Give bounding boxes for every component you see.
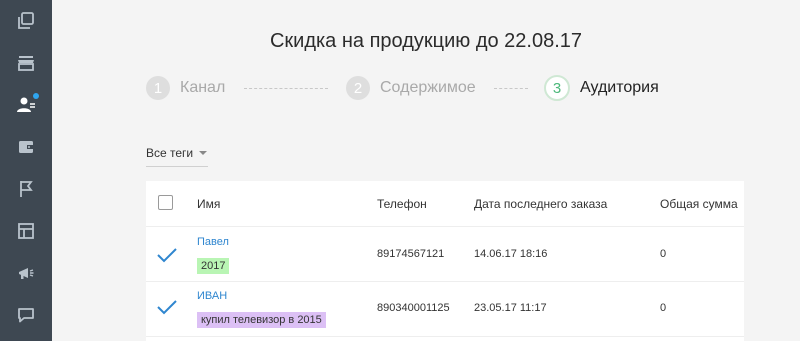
notification-dot bbox=[33, 93, 39, 99]
copy-icon bbox=[18, 12, 34, 29]
audience-table: Имя Телефон Дата последнего заказа Общая… bbox=[146, 181, 744, 341]
checkmark-icon[interactable] bbox=[156, 246, 178, 264]
contact-tag: 2017 bbox=[197, 258, 230, 274]
step-label: Аудитория bbox=[580, 79, 659, 96]
select-all-checkbox[interactable] bbox=[158, 195, 173, 210]
step-content[interactable]: 2 Содержимое bbox=[346, 76, 476, 100]
step-audience[interactable]: 3 Аудитория bbox=[544, 75, 659, 101]
column-header-last-order[interactable]: Дата последнего заказа bbox=[474, 197, 607, 211]
step-label: Канал bbox=[180, 79, 226, 96]
chevron-down-icon bbox=[199, 151, 208, 155]
table-row[interactable]: ИВАН купил телевизор в 2015 890340001125… bbox=[146, 283, 744, 337]
step-number: 2 bbox=[346, 76, 370, 100]
sidebar-item-wallet[interactable] bbox=[0, 126, 52, 168]
layout-icon bbox=[18, 223, 34, 239]
step-label: Содержимое bbox=[380, 79, 476, 96]
sidebar-item-store[interactable] bbox=[0, 42, 52, 84]
contact-total: 0 bbox=[660, 248, 667, 260]
sidebar-item-megaphone[interactable] bbox=[0, 252, 52, 294]
contact-last-order: 14.06.17 18:16 bbox=[474, 248, 548, 260]
step-number: 3 bbox=[544, 75, 570, 101]
step-number: 1 bbox=[146, 76, 170, 100]
wallet-icon bbox=[19, 141, 33, 153]
checkmark-icon[interactable] bbox=[156, 298, 178, 316]
contact-phone: 890340001125 bbox=[377, 302, 450, 314]
step-divider bbox=[244, 88, 328, 89]
tags-filter-label: Все теги bbox=[146, 146, 194, 160]
contact-last-order: 23.05.17 11:17 bbox=[474, 302, 547, 314]
contact-name-link[interactable]: Павел bbox=[197, 236, 229, 248]
table-header: Имя Телефон Дата последнего заказа Общая… bbox=[146, 181, 744, 227]
tags-filter-dropdown[interactable]: Все теги bbox=[146, 146, 208, 167]
page-title: Скидка на продукцию до 22.08.17 bbox=[269, 30, 583, 52]
contact-total: 0 bbox=[660, 302, 667, 314]
store-icon bbox=[18, 56, 34, 71]
sidebar-item-flag[interactable] bbox=[0, 168, 52, 210]
flag-icon bbox=[20, 181, 33, 197]
column-header-total[interactable]: Общая сумма bbox=[660, 197, 738, 211]
sidebar bbox=[0, 0, 52, 341]
column-header-name[interactable]: Имя bbox=[197, 197, 220, 211]
contact-phone: 89174567121 bbox=[377, 248, 445, 260]
sidebar-item-layout[interactable] bbox=[0, 210, 52, 252]
table-row[interactable]: Павел 2017 89174567121 14.06.17 18:16 0 bbox=[146, 228, 744, 282]
megaphone-icon bbox=[19, 268, 34, 279]
column-header-phone[interactable]: Телефон bbox=[377, 197, 427, 211]
chat-icon bbox=[18, 308, 34, 323]
contact-name-link[interactable]: ИВАН bbox=[197, 290, 227, 302]
step-divider bbox=[494, 88, 528, 89]
sidebar-item-chat[interactable] bbox=[0, 294, 52, 336]
sidebar-item-copy[interactable] bbox=[0, 0, 52, 42]
step-channel[interactable]: 1 Канал bbox=[146, 76, 225, 100]
contact-tag: купил телевизор в 2015 bbox=[197, 312, 326, 328]
sidebar-item-users[interactable] bbox=[0, 84, 52, 126]
